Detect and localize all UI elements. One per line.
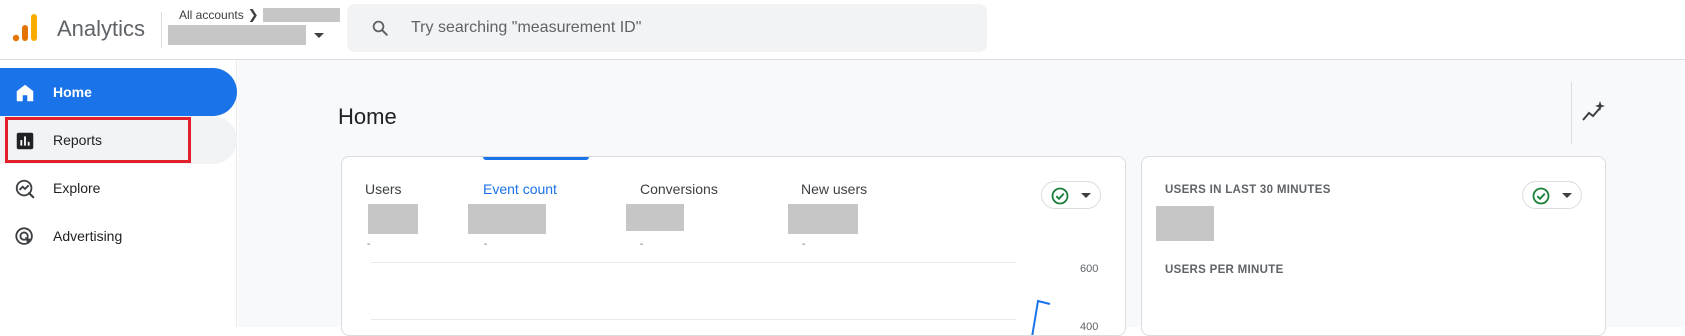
main-content: Home Users Event count Conversions New u…	[238, 60, 1685, 336]
breadcrumb[interactable]: All accounts ❯	[179, 7, 340, 23]
check-circle-icon	[1532, 187, 1550, 205]
sidebar-item-home[interactable]: Home	[0, 68, 237, 116]
search-icon	[372, 20, 388, 36]
tab-users[interactable]: Users	[365, 181, 402, 197]
realtime-users-heading: USERS IN LAST 30 MINUTES	[1165, 184, 1331, 196]
summary-card: Users Event count Conversions New users …	[341, 156, 1126, 336]
divider	[161, 12, 162, 48]
conversions-change: -	[640, 239, 644, 250]
redacted-users-value	[368, 204, 418, 234]
app-title[interactable]: Analytics	[57, 16, 145, 42]
insights-icon[interactable]	[1579, 98, 1607, 126]
y-axis-tick: 600	[1080, 263, 1099, 275]
redacted-property-name	[168, 25, 306, 45]
redacted-event-count-value	[468, 204, 546, 234]
sidebar-item-label: Home	[53, 84, 92, 100]
tab-event-count[interactable]: Event count	[483, 181, 557, 197]
redacted-new-users-value	[788, 204, 858, 234]
search-input[interactable]	[411, 4, 971, 52]
active-tab-indicator	[483, 157, 589, 160]
data-quality-button[interactable]	[1041, 181, 1101, 209]
users-per-minute-heading: USERS PER MINUTE	[1165, 264, 1284, 276]
chart-series-line	[1031, 299, 1051, 335]
chevron-right-icon: ❯	[247, 7, 259, 22]
explore-icon	[15, 179, 35, 199]
property-selector[interactable]	[168, 25, 324, 45]
chevron-down-icon	[1081, 193, 1091, 198]
y-axis-tick: 400	[1080, 321, 1099, 333]
sidebar-item-label: Explore	[53, 180, 101, 196]
sidebar: Home Reports Explore Advertising	[0, 60, 237, 327]
chevron-down-icon	[1562, 193, 1572, 198]
tab-new-users[interactable]: New users	[801, 181, 867, 197]
page-title: Home	[338, 104, 397, 129]
tab-conversions[interactable]: Conversions	[640, 181, 718, 197]
redacted-account-name	[262, 8, 340, 22]
sidebar-item-explore[interactable]: Explore	[0, 164, 237, 212]
new-users-change: -	[802, 239, 806, 250]
check-circle-icon	[1051, 187, 1069, 205]
event-count-change: -	[484, 239, 488, 250]
data-quality-button[interactable]	[1522, 181, 1582, 209]
highlight-annotation	[5, 117, 191, 163]
divider	[1571, 82, 1572, 144]
users-change: -	[367, 239, 371, 250]
top-bar: Analytics All accounts ❯	[0, 0, 1685, 60]
sidebar-item-label: Advertising	[53, 228, 123, 244]
advertising-icon	[15, 227, 33, 245]
breadcrumb-root[interactable]: All accounts	[179, 8, 244, 22]
sidebar-item-advertising[interactable]: Advertising	[0, 212, 237, 260]
redacted-conversions-value	[626, 204, 684, 231]
chart-gridline	[371, 319, 1016, 320]
home-icon	[16, 84, 34, 102]
search-bar[interactable]	[347, 4, 987, 52]
analytics-logo-icon[interactable]	[12, 13, 38, 43]
realtime-card: USERS IN LAST 30 MINUTES USERS PER MINUT…	[1141, 156, 1606, 336]
chevron-down-icon	[314, 32, 324, 38]
redacted-realtime-users-value	[1156, 206, 1214, 241]
chart-gridline	[371, 262, 1016, 263]
